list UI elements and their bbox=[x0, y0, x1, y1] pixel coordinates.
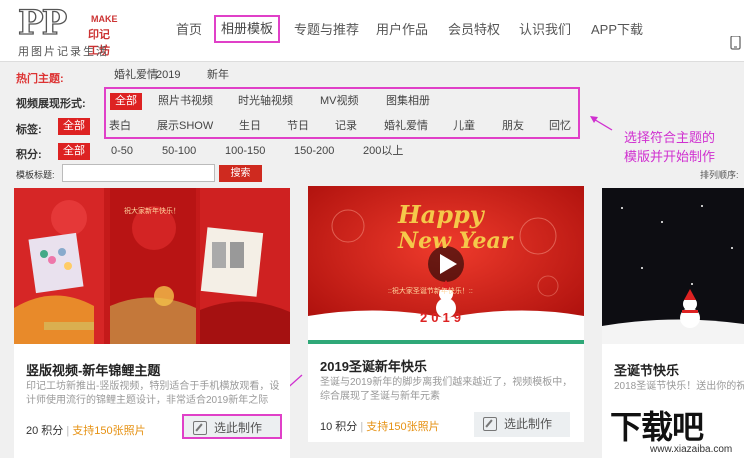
card-points: 20 积分 | 支持150张照片 bbox=[26, 422, 146, 438]
watermark-url: www.xiazaiba.com bbox=[650, 444, 733, 455]
card-accent-bar bbox=[308, 340, 584, 344]
separator: | bbox=[66, 425, 70, 437]
points-value: 10 积分 bbox=[320, 421, 358, 433]
edit-icon bbox=[193, 421, 207, 435]
thumbnail-happy: Happy bbox=[398, 200, 484, 229]
sort-label[interactable]: 排列顺序: bbox=[700, 168, 739, 181]
watermark-logo: 下载吧 bbox=[610, 409, 704, 445]
card-divider bbox=[14, 344, 290, 348]
template-thumbnail[interactable]: Happy New Year ::祝大家圣诞节新年快乐！:: 2019 bbox=[308, 186, 584, 340]
search-button[interactable]: 搜索 bbox=[219, 165, 262, 182]
make-button-label: 选此制作 bbox=[504, 417, 553, 431]
card-title[interactable]: 2019圣诞新年快乐 bbox=[320, 356, 427, 375]
template-card[interactable]: 祝大家新年快乐！ 竖版视频-新年锦鲤主题 印记工坊新推出-竖版视频，特别适合于手… bbox=[14, 188, 290, 458]
points-value: 20 积分 bbox=[26, 425, 64, 437]
christmas-night-thumbnail-art bbox=[602, 188, 744, 344]
annotation-text: 选择符合主题的 模版并开始制作 bbox=[624, 128, 715, 166]
thumbnail-caption: ::祝大家圣诞节新年快乐！:: bbox=[388, 288, 473, 295]
make-button-label: 选此制作 bbox=[214, 421, 263, 435]
search-input[interactable] bbox=[62, 164, 215, 182]
card-description: 印记工坊新推出-竖版视频，特别适合于手机横放观看，设计师使用流行的锦鲤主题设计，… bbox=[26, 381, 280, 406]
search-label: 模板标题: bbox=[16, 170, 55, 180]
photo-support: 支持150张照片 bbox=[366, 421, 440, 433]
template-card[interactable]: Happy New Year ::祝大家圣诞节新年快乐！:: 2019 2019… bbox=[308, 186, 584, 442]
card-title[interactable]: 圣诞节快乐 bbox=[614, 360, 679, 379]
edit-icon bbox=[483, 417, 497, 431]
photo-support: 支持150张照片 bbox=[72, 425, 146, 437]
card-divider bbox=[602, 344, 744, 348]
annotation-line: 选择符合主题的 bbox=[624, 130, 716, 145]
card-title[interactable]: 竖版视频-新年锦鲤主题 bbox=[26, 360, 160, 379]
thumbnail-caption: 祝大家新年快乐！ bbox=[124, 208, 180, 215]
template-thumbnail[interactable] bbox=[602, 188, 744, 344]
thumbnail-year: 2019 bbox=[420, 310, 465, 325]
card-description: 2018圣诞节快乐！送出你的祝福 bbox=[614, 381, 744, 392]
template-thumbnail[interactable]: 祝大家新年快乐！ bbox=[14, 188, 290, 344]
card-points: 10 积分 | 支持150张照片 bbox=[320, 418, 440, 434]
annotation-line: 模版并开始制作 bbox=[624, 149, 716, 164]
separator: | bbox=[360, 421, 364, 433]
site-watermark: 下载吧 www.xiazaiba.com bbox=[604, 400, 744, 458]
make-button[interactable]: 选此制作 bbox=[182, 414, 282, 439]
thumbnail-new-year: New Year bbox=[398, 228, 513, 254]
card-description: 圣诞与2019新年的脚步离我们越来越近了，视频模板中，综合展现了圣诞与新年元素 bbox=[320, 377, 573, 402]
make-button[interactable]: 选此制作 bbox=[474, 412, 570, 437]
